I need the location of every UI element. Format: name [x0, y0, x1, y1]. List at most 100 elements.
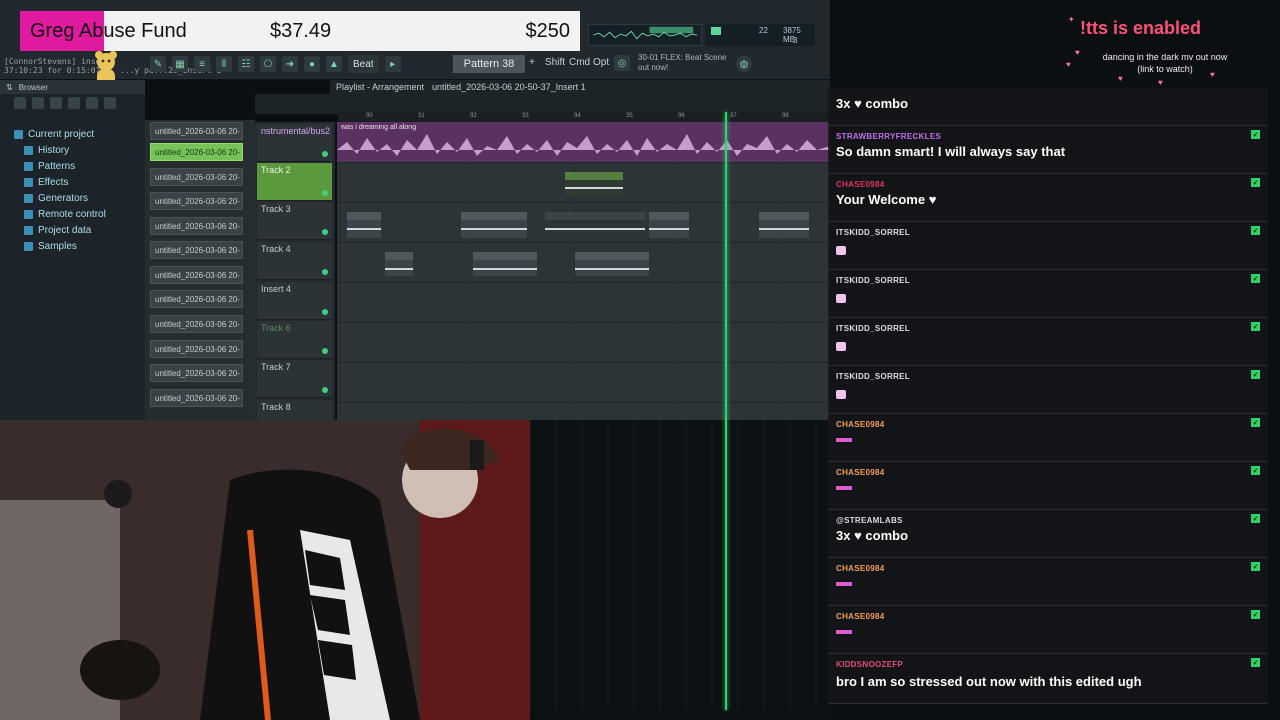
arrow-icon[interactable]: ⇅ — [6, 83, 13, 92]
track-header[interactable]: Insert 4 — [257, 282, 332, 320]
pattern-item[interactable]: untitled_2026-03-06 20- — [150, 389, 243, 407]
globe-icon[interactable]: ◍ — [736, 56, 752, 72]
chat-username: CHASE0984 — [836, 564, 885, 573]
plugin-icon[interactable]: ⎔ — [260, 56, 276, 72]
mic-icon[interactable]: ● — [304, 56, 320, 72]
tree-remote-control[interactable]: Remote control — [0, 206, 145, 222]
clip[interactable]: to...1 — [347, 212, 381, 238]
clip[interactable]: touch...art_2 — [461, 212, 527, 238]
clip[interactable]: to...1 — [385, 252, 413, 276]
timeline-ruler[interactable]: 30 31 32 33 34 35 36 37 38 — [338, 112, 830, 122]
track-header[interactable]: Track 4 — [257, 242, 332, 280]
moderator-badge-icon: ✓ — [1251, 226, 1260, 235]
piano-roll-icon[interactable]: ≡ — [194, 56, 210, 72]
pattern-item[interactable]: untitled_2026-03-06 20- — [150, 241, 243, 259]
chat-message: 3x ♥ combo — [828, 88, 1268, 126]
chat-text: Your Welcome ♥ — [836, 192, 937, 207]
track-name: Track 3 — [261, 204, 291, 214]
opt-button[interactable]: Opt — [593, 57, 609, 68]
track-led[interactable] — [322, 348, 328, 354]
tree-label: History — [38, 144, 70, 156]
pencil-icon[interactable]: ✎ — [150, 56, 166, 72]
channel-rack-icon[interactable]: ☷ — [238, 56, 254, 72]
playlist-toolbar — [255, 94, 830, 114]
metronome-icon[interactable]: ▲ — [326, 56, 342, 72]
playlist-lanes[interactable]: was i dreaming all along touch m...art_1… — [337, 122, 830, 420]
track-led[interactable] — [322, 151, 328, 157]
pattern-item[interactable]: untitled_2026-03-06 20- — [150, 122, 243, 140]
lane-divider — [337, 282, 830, 283]
track-led[interactable] — [322, 309, 328, 315]
lower-grid — [530, 420, 817, 710]
browser-title: Browser — [18, 82, 49, 92]
voice-count: 3 — [793, 36, 798, 45]
back-icon[interactable] — [14, 97, 26, 109]
clip-label: touch...art_2 — [463, 212, 497, 218]
pattern-item[interactable]: untitled_2026-03-06 20- — [150, 364, 243, 382]
clip[interactable]: touch m...art_1 — [565, 172, 623, 196]
track-name: Insert 4 — [261, 284, 292, 294]
track-header[interactable]: Track 7 — [257, 360, 332, 398]
cmd-button[interactable]: Cmd — [569, 57, 590, 68]
star-icon[interactable] — [104, 97, 116, 109]
add-pattern-icon[interactable]: + — [529, 57, 535, 68]
playhead[interactable] — [725, 112, 727, 710]
clip[interactable]: touch m...sert 1 — [575, 252, 649, 276]
moderator-badge-icon: ✓ — [1251, 418, 1260, 427]
clip[interactable]: touch m...sert_1 — [473, 252, 537, 276]
pattern-item[interactable]: untitled_2026-03-06 20- — [150, 266, 243, 284]
pattern-item[interactable]: untitled_2026-03-06 20- — [150, 290, 243, 308]
beat-snap-button[interactable]: Beat — [348, 55, 379, 73]
arrow-right-icon[interactable]: ➜ — [282, 56, 298, 72]
tree-project-data[interactable]: Project data — [0, 222, 145, 238]
tree-effects[interactable]: Effects — [0, 174, 145, 190]
track-led[interactable] — [322, 229, 328, 235]
play-pattern-icon[interactable]: ▸ — [384, 56, 401, 72]
clip[interactable]: touc...rt_1 — [649, 212, 689, 238]
track-header[interactable]: Track 2 — [257, 163, 332, 201]
shift-button[interactable]: Shift — [545, 57, 565, 68]
settings-icon[interactable] — [68, 97, 80, 109]
track-led[interactable] — [322, 190, 328, 196]
pattern-item[interactable]: untitled_2026-03-06 20- — [150, 143, 243, 161]
emote-icon — [836, 342, 846, 351]
pattern-item[interactable]: untitled_2026-03-06 20- — [150, 315, 243, 333]
bar-number: 34 — [574, 113, 581, 119]
news-hint[interactable]: 30-01 FLEX: Beat Scene out now! — [638, 53, 727, 73]
step-seq-icon[interactable]: ▦ — [172, 56, 188, 72]
news-hint-line1: 30-01 FLEX: Beat Scene — [638, 53, 727, 62]
tree-current-project[interactable]: Current project — [0, 126, 145, 142]
mixer-icon[interactable]: ⫴ — [216, 56, 232, 72]
speaker-icon[interactable] — [50, 97, 62, 109]
tree-samples[interactable]: Samples — [0, 238, 145, 254]
tree-label: Remote control — [38, 208, 106, 220]
pattern-item[interactable]: untitled_2026-03-06 20- — [150, 168, 243, 186]
cloud-icon[interactable] — [86, 97, 98, 109]
tree-history[interactable]: History — [0, 142, 145, 158]
pattern-item[interactable]: untitled_2026-03-06 20- — [150, 217, 243, 235]
clip-label: touch...ert 1 — [761, 212, 793, 218]
pattern-item[interactable]: untitled_2026-03-06 20- — [150, 340, 243, 358]
track-name: nstrumental/bus2 — [261, 126, 331, 136]
screen: Greg Abuse Fund $37.49 $250 [ConnorSteve… — [0, 0, 1280, 720]
moderator-badge-icon: ✓ — [1251, 130, 1260, 139]
track-header[interactable]: Track 3 — [257, 202, 332, 240]
bar-line — [782, 122, 783, 420]
file-icon[interactable] — [32, 97, 44, 109]
track-led[interactable] — [322, 269, 328, 275]
audio-clip-vocals[interactable]: was i dreaming all along — [337, 122, 830, 162]
tree-generators[interactable]: Generators — [0, 190, 145, 206]
track-header[interactable]: nstrumental/bus2 — [257, 124, 332, 162]
clip[interactable]: touch...ert 1 — [759, 212, 809, 238]
tree-label: Patterns — [38, 160, 76, 172]
pattern-selector[interactable]: Pattern 38 — [453, 55, 525, 73]
tree-patterns[interactable]: Patterns — [0, 158, 145, 174]
track-header[interactable]: Track 6 — [257, 321, 332, 359]
clip-wave — [461, 228, 527, 230]
online-icon[interactable]: ◎ — [614, 55, 630, 71]
chat-username: CHASE0984 — [836, 468, 885, 477]
track-led[interactable] — [322, 387, 328, 393]
clip[interactable]: touch my palm...23_Insert 1 — [545, 212, 645, 238]
pattern-item[interactable]: untitled_2026-03-06 20- — [150, 192, 243, 210]
chat-message: @STREAMLABS ✓ 3x ♥ combo — [828, 510, 1268, 558]
